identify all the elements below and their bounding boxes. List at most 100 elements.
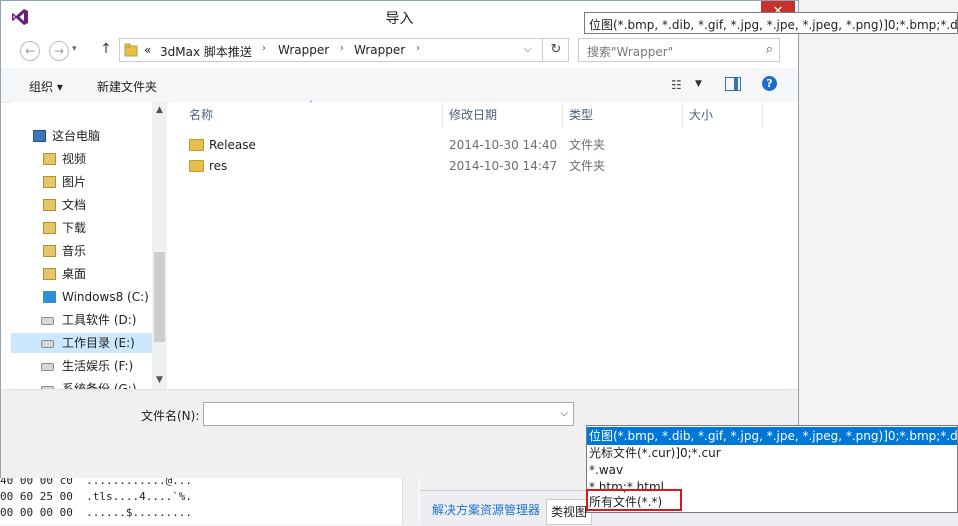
hard-drive-icon (41, 363, 54, 371)
back-button[interactable]: ← (20, 41, 40, 61)
filename-dropdown-icon[interactable]: ⌵ (560, 408, 568, 419)
sort-ascending-icon: ˄ (309, 100, 313, 109)
sidebar-item-label: 下载 (62, 221, 87, 235)
scroll-up-icon[interactable]: ▲ (152, 105, 167, 115)
search-box[interactable]: 搜索"Wrapper" ⌕ (578, 38, 780, 62)
new-folder-button[interactable]: 新建文件夹 (97, 78, 157, 95)
file-type-option[interactable]: 位图(*.bmp, *.dib, *.gif, *.jpg, *.jpe, *.… (587, 427, 957, 445)
column-divider[interactable] (762, 102, 763, 128)
hard-drive-icon (41, 317, 54, 325)
sidebar-item-label: 视频 (62, 152, 87, 166)
navigation-pane: 这台电脑 视频 图片 文档 下载 音乐 桌面 Windows8 (C:) 工具软… (11, 102, 166, 389)
column-divider[interactable] (682, 102, 683, 128)
sidebar-item-drive-f[interactable]: 生活娱乐 (F:) (11, 356, 156, 376)
desktop-folder-icon (43, 268, 56, 280)
video-library-icon (43, 153, 56, 165)
documents-library-icon (43, 199, 56, 211)
sidebar-item-drive-c[interactable]: Windows8 (C:) (11, 287, 156, 307)
search-icon[interactable]: ⌕ (766, 42, 773, 57)
column-divider[interactable] (562, 102, 563, 128)
sidebar-item-pictures[interactable]: 图片 (11, 172, 156, 192)
sidebar-item-videos[interactable]: 视频 (11, 149, 156, 169)
tab-solution-explorer[interactable]: 解决方案资源管理器 (432, 501, 540, 518)
forward-button[interactable]: → (49, 41, 69, 61)
background-hex-view: 40 00 00 c0 ............@... 00 60 25 00… (0, 470, 420, 525)
background-scrollbar[interactable] (402, 470, 419, 525)
computer-icon (33, 130, 46, 142)
file-type: 文件夹 (569, 159, 606, 173)
filename-input[interactable]: ⌵ (203, 402, 574, 426)
breadcrumb-separator[interactable]: › (340, 43, 344, 54)
sidebar-item-label: 工具软件 (D:) (62, 313, 137, 327)
hex-row: 00 60 25 00 .tls....4....`%. (0, 490, 193, 503)
recent-locations-chevron-icon[interactable]: ▾ (72, 44, 77, 54)
hex-row: 00 00 00 00 ......$......... (0, 506, 193, 519)
background-app-right-area (800, 0, 958, 490)
file-date: 2014-10-30 14:47 (449, 159, 558, 173)
file-type-option[interactable]: 光标文件(*.cur)]0;*.cur (587, 444, 957, 462)
refresh-button[interactable]: ↻ (542, 39, 569, 61)
breadcrumb-separator[interactable]: › (416, 43, 420, 54)
help-icon[interactable]: ? (762, 76, 777, 91)
sidebar-item-label: 工作目录 (E:) (62, 336, 135, 350)
breadcrumb-item[interactable]: Wrapper (278, 43, 329, 57)
command-toolbar: 组织 ▾ 新建文件夹 ☷ ▼ ? (1, 68, 798, 103)
music-library-icon (43, 245, 56, 257)
hard-drive-icon (41, 340, 54, 348)
breadcrumb-item[interactable]: 3dMax 脚本推送 (160, 43, 252, 60)
sidebar-item-label: Windows8 (C:) (62, 290, 149, 304)
file-type-option[interactable]: *.wav (587, 461, 957, 479)
sidebar-item-label: 系统备份 (G:) (62, 382, 137, 389)
view-dropdown-icon[interactable]: ▼ (695, 79, 702, 89)
file-list: ˄ 名称 修改日期 类型 大小 Release 2014-10-30 14:40… (169, 100, 798, 389)
sidebar-item-label: 图片 (62, 175, 87, 189)
scrollbar-thumb[interactable] (154, 252, 165, 342)
organize-button[interactable]: 组织 ▾ (29, 78, 63, 95)
sidebar-item-documents[interactable]: 文档 (11, 195, 156, 215)
filename-label: 文件名(N): (141, 409, 200, 423)
sidebar-item-drive-d[interactable]: 工具软件 (D:) (11, 310, 156, 330)
downloads-folder-icon (43, 222, 56, 234)
sidebar-item-label: 文档 (62, 198, 87, 212)
search-input[interactable]: 搜索"Wrapper" (587, 43, 673, 60)
up-button[interactable]: ↑ (99, 41, 113, 61)
file-date: 2014-10-30 14:40 (449, 138, 558, 152)
file-type-selected-value: 位图(*.bmp, *.dib, *.gif, *.jpg, *.jpe, *.… (589, 18, 958, 32)
file-type-select[interactable]: 位图(*.bmp, *.dib, *.gif, *.jpg, *.jpe, *.… (584, 12, 958, 34)
navigation-scrollbar[interactable]: ▲ ▼ (152, 102, 167, 389)
sidebar-item-drive-e[interactable]: 工作目录 (E:) (11, 333, 156, 353)
file-row-release[interactable]: Release 2014-10-30 14:40 文件夹 (169, 135, 798, 156)
annotation-highlight-box (586, 489, 682, 511)
sidebar-item-this-pc[interactable]: 这台电脑 (11, 126, 156, 146)
column-header-name[interactable]: 名称 (189, 102, 213, 128)
sidebar-item-downloads[interactable]: 下载 (11, 218, 156, 238)
import-dialog: 导入 ✕ ← → ▾ ↑ « 3dMax 脚本推送 › Wrapper › Wr… (0, 0, 799, 478)
file-row-res[interactable]: res 2014-10-30 14:47 文件夹 (169, 156, 798, 177)
folder-icon (189, 139, 204, 151)
column-header-type[interactable]: 类型 (569, 102, 593, 128)
view-options-icon[interactable]: ☷ (671, 78, 682, 92)
sidebar-item-music[interactable]: 音乐 (11, 241, 156, 261)
address-bar[interactable]: « 3dMax 脚本推送 › Wrapper › Wrapper › ⌵ ↻ (119, 38, 569, 62)
breadcrumb-overflow[interactable]: « (144, 43, 151, 57)
sidebar-item-label: 这台电脑 (52, 129, 101, 143)
windows-drive-icon (43, 291, 56, 303)
sidebar-item-desktop[interactable]: 桌面 (11, 264, 156, 284)
breadcrumb-separator[interactable]: › (262, 43, 266, 54)
folder-icon (189, 160, 204, 172)
preview-pane-icon[interactable] (725, 77, 741, 91)
address-dropdown-icon[interactable]: ⌵ (524, 44, 532, 55)
column-divider[interactable] (442, 102, 443, 128)
file-type: 文件夹 (569, 138, 606, 152)
breadcrumb-item[interactable]: Wrapper (354, 43, 405, 57)
column-header-size[interactable]: 大小 (689, 102, 713, 128)
scroll-down-icon[interactable]: ▼ (152, 375, 167, 385)
sidebar-item-drive-g[interactable]: 系统备份 (G:) (11, 379, 156, 389)
folder-icon (124, 43, 138, 57)
sidebar-item-label: 音乐 (62, 244, 87, 258)
file-name: Release (209, 138, 256, 152)
sidebar-item-label: 生活娱乐 (F:) (62, 359, 134, 373)
column-header-date[interactable]: 修改日期 (449, 102, 497, 128)
pictures-library-icon (43, 176, 56, 188)
file-name: res (209, 159, 228, 173)
